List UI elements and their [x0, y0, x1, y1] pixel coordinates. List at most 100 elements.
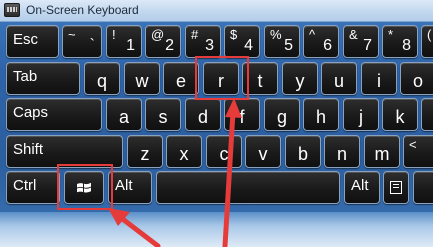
- key-alt-left[interactable]: Alt: [108, 171, 152, 204]
- key-h[interactable]: h: [303, 98, 339, 131]
- title-bar: On-Screen Keyboard: [0, 0, 433, 22]
- key-label: h: [315, 107, 326, 127]
- key-label: Ctrl: [13, 177, 37, 194]
- key-3[interactable]: # 3: [185, 25, 221, 58]
- key-space[interactable]: [156, 171, 340, 204]
- key-label: a: [118, 107, 129, 127]
- key-m[interactable]: m: [364, 135, 400, 168]
- key-l[interactable]: [421, 98, 433, 131]
- key-5[interactable]: % 5: [264, 25, 300, 58]
- key-a[interactable]: a: [106, 98, 142, 131]
- key-f[interactable]: f: [224, 98, 260, 131]
- key-label: Esc: [13, 31, 39, 48]
- key-8[interactable]: * 8: [382, 25, 418, 58]
- key-label: s: [158, 107, 168, 127]
- key-right-edge[interactable]: [413, 171, 433, 204]
- key-label: 3: [205, 37, 214, 54]
- key-shift-label: %: [270, 27, 282, 42]
- key-x[interactable]: x: [166, 135, 202, 168]
- key-label: b: [297, 144, 308, 164]
- key-label: x: [179, 144, 189, 164]
- key-windows[interactable]: [64, 171, 104, 204]
- key-t[interactable]: t: [242, 62, 278, 95]
- key-d[interactable]: d: [185, 98, 221, 131]
- key-4[interactable]: $ 4: [224, 25, 260, 58]
- key-w[interactable]: w: [124, 62, 160, 95]
- key-shift-label: #: [191, 27, 199, 42]
- key-label: c: [219, 144, 229, 164]
- key-label: z: [140, 144, 150, 164]
- key-label: Alt: [351, 177, 369, 194]
- key-s[interactable]: s: [145, 98, 181, 131]
- key-shift-label: @: [151, 27, 165, 42]
- key-label: Caps: [13, 104, 49, 121]
- key-shift-label: &: [349, 27, 358, 42]
- key-label: w: [135, 71, 149, 91]
- key-shift-label: !: [112, 27, 116, 42]
- key-k[interactable]: k: [382, 98, 418, 131]
- key-shift-label: $: [230, 27, 238, 42]
- key-label: t: [257, 71, 263, 91]
- key-e[interactable]: e: [163, 62, 199, 95]
- key-9[interactable]: (: [421, 25, 433, 58]
- key-label: 5: [284, 37, 293, 54]
- key-7[interactable]: & 7: [343, 25, 379, 58]
- key-label: d: [197, 107, 208, 127]
- key-label: f: [239, 107, 245, 127]
- key-label: Shift: [13, 141, 44, 158]
- key-shift[interactable]: Shift: [6, 135, 123, 168]
- key-label: v: [258, 144, 268, 164]
- keyboard-app-icon: [4, 3, 20, 17]
- key-j[interactable]: j: [343, 98, 379, 131]
- key-label: r: [218, 71, 224, 91]
- key-c[interactable]: c: [206, 135, 242, 168]
- key-shift-label: *: [388, 27, 394, 42]
- osk-window: On-Screen Keyboard Esc ~ ` ! 1 @ 2 # 3 $…: [0, 0, 433, 247]
- windows-logo-icon: [77, 182, 91, 192]
- window-title: On-Screen Keyboard: [26, 3, 139, 17]
- key-tab[interactable]: Tab: [6, 62, 80, 95]
- key-2[interactable]: @ 2: [145, 25, 181, 58]
- key-label: q: [96, 71, 107, 91]
- key-alt-right[interactable]: Alt: [344, 171, 380, 204]
- key-q[interactable]: q: [84, 62, 120, 95]
- key-ctrl[interactable]: Ctrl: [6, 171, 60, 204]
- key-n[interactable]: n: [324, 135, 360, 168]
- key-g[interactable]: g: [264, 98, 300, 131]
- key-menu[interactable]: [383, 171, 409, 204]
- key-label: o: [412, 71, 423, 91]
- key-label: k: [395, 107, 405, 127]
- key-tilde[interactable]: ~ `: [62, 25, 102, 58]
- key-label: 8: [402, 37, 411, 54]
- key-label: e: [175, 71, 186, 91]
- key-comma[interactable]: <: [403, 135, 433, 168]
- key-6[interactable]: ^ 6: [303, 25, 339, 58]
- key-label: n: [336, 144, 347, 164]
- key-o[interactable]: o: [400, 62, 433, 95]
- key-label: i: [377, 71, 381, 91]
- key-label: m: [374, 144, 390, 164]
- key-shift-label: ~: [68, 27, 76, 42]
- key-label: u: [333, 71, 344, 91]
- key-esc[interactable]: Esc: [6, 25, 59, 58]
- key-shift-label: ^: [309, 27, 316, 42]
- key-r[interactable]: r: [203, 62, 239, 95]
- key-i[interactable]: i: [361, 62, 397, 95]
- key-label: Alt: [115, 177, 133, 194]
- key-label: 7: [363, 37, 372, 54]
- key-caps[interactable]: Caps: [6, 98, 102, 131]
- key-label: Tab: [13, 68, 38, 85]
- key-shift-label: (: [427, 27, 432, 42]
- key-1[interactable]: ! 1: [106, 25, 142, 58]
- key-label: 2: [165, 37, 174, 54]
- key-label: 6: [323, 37, 332, 54]
- key-u[interactable]: u: [321, 62, 357, 95]
- key-z[interactable]: z: [127, 135, 163, 168]
- key-label: 4: [244, 37, 253, 54]
- key-b[interactable]: b: [285, 135, 321, 168]
- key-label: `: [89, 37, 95, 54]
- key-label: y: [295, 71, 305, 91]
- key-y[interactable]: y: [282, 62, 318, 95]
- keyboard-grid: Esc ~ ` ! 1 @ 2 # 3 $ 4 % 5 ^ 6 & 7 * 8 …: [0, 22, 433, 212]
- key-v[interactable]: v: [245, 135, 281, 168]
